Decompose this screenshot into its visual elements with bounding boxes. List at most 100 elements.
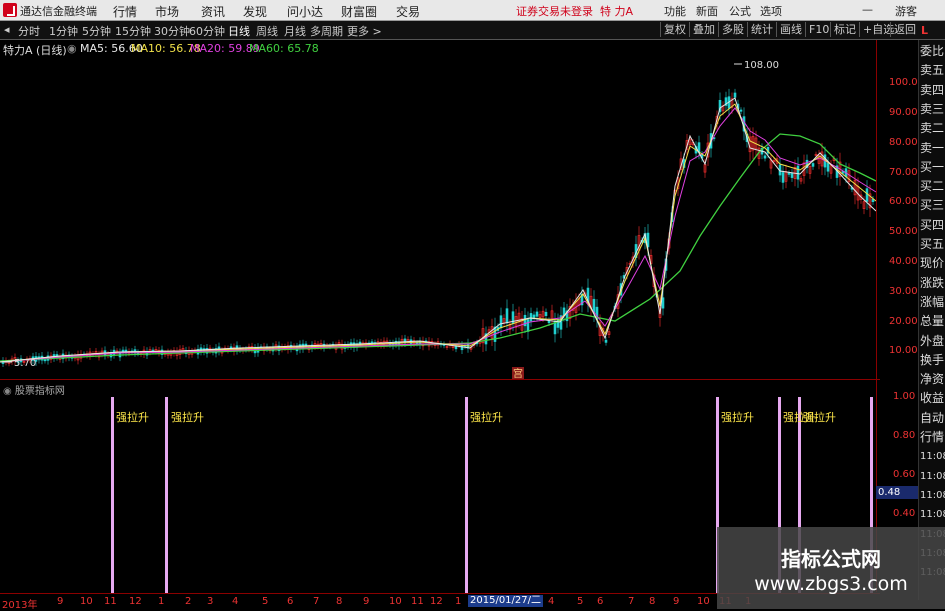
sidebar-item[interactable]: 卖五 [920,61,945,80]
x-tick: 3 [207,596,214,607]
btn-huaxian[interactable]: 画线 [776,22,805,37]
sidebar-item[interactable]: 现价 [920,254,945,273]
sidebar-item[interactable]: 11:08 [920,447,945,466]
menu-jiaoyi[interactable]: 交易 [396,3,420,20]
chevron-left-icon[interactable]: ◂ [4,23,10,36]
btn-f10[interactable]: F10 [805,22,832,37]
sidebar-item[interactable]: 11:08 [920,486,945,505]
ma5-line [0,97,877,363]
btn-tongji[interactable]: 统计 [747,22,776,37]
period-15min[interactable]: 15分钟 [115,23,151,39]
sidebar-item[interactable]: 总量 [920,312,945,331]
sidebar-item[interactable]: 买二 [920,177,945,196]
guest-label[interactable]: 游客 [895,3,917,19]
period-fenshi[interactable]: 分时 [18,23,40,39]
sidebar-item[interactable]: 买五 [920,235,945,254]
watermark-title: 指标公式网 [781,547,881,571]
btn-diejia[interactable]: 叠加 [689,22,718,37]
stock-name-title: 特 力A [600,5,634,18]
sidebar-item[interactable]: 11:08 [920,467,945,486]
x-tick: 10 [697,596,710,607]
btn-fanhui[interactable]: 返回 [890,22,919,37]
period-monthly[interactable]: 月线 [284,23,306,39]
menu-bar: 通达信金融终端 行情 市场 资讯 发现 问小达 财富圈 交易 证券交易未登录 特… [0,0,945,21]
menu-xinmian[interactable]: 新面 [696,3,718,19]
menu-minimize[interactable]: — [862,3,873,16]
period-5min[interactable]: 5分钟 [82,23,111,39]
x-tick: 8 [649,596,656,607]
x-tick: 6 [287,596,294,607]
sidebar-item[interactable]: 净资 [920,370,945,389]
ytick-20: 20.00 [889,316,918,327]
signal-label-2: 强拉升 [171,411,204,424]
login-status[interactable]: 证券交易未登录 特 力A [516,3,633,19]
candle [733,92,737,98]
period-toolbar: ◂ 分时 1分钟 5分钟 15分钟 30分钟 60分钟 日线 周线 月线 多周期… [0,21,945,40]
menu-hangqing[interactable]: 行情 [113,3,137,20]
x-tick: 11 [104,596,117,607]
menu-faxian[interactable]: 发现 [243,3,267,20]
ytick-80: 80.00 [889,137,918,148]
ma10-line [0,103,877,363]
menu-gongneng[interactable]: 功能 [664,3,686,19]
sidebar-item[interactable]: 卖二 [920,119,945,138]
sidebar-item[interactable]: 卖三 [920,100,945,119]
ytick-40: 40.00 [889,256,918,267]
sidebar-item[interactable]: 行情 [920,428,945,447]
app-logo-icon [3,3,17,17]
sidebar-item[interactable]: 自动 [920,409,945,428]
period-daily[interactable]: 日线 [228,23,250,39]
x-tick: 12 [430,596,443,607]
candle [454,345,458,350]
btn-biaoji[interactable]: 标记 [830,22,859,37]
app-title: 通达信金融终端 [20,5,97,18]
watermark-url: www.zbgs3.com [754,573,908,595]
sidebar-item[interactable]: 外盘 [920,332,945,351]
candle [826,162,830,172]
x-tick: 7 [628,596,635,607]
btn-fuquan[interactable]: 复权 [660,22,689,37]
sidebar-item[interactable]: 涨幅 [920,293,945,312]
sidebar-item[interactable]: 涨跌 [920,274,945,293]
x-tick: 4 [548,596,555,607]
login-status-text: 证券交易未登录 [516,5,593,18]
menu-zixun[interactable]: 资讯 [201,3,225,20]
candle [532,314,536,319]
sidebar-item[interactable]: 11:08 [920,505,945,524]
sidebar-corner-label[interactable]: L [921,24,928,37]
sidebar-item[interactable]: 换手 [920,351,945,370]
x-tick: 6 [597,596,604,607]
period-60min[interactable]: 60分钟 [189,23,225,39]
candle [505,308,509,324]
signal-label-6: 强拉升 [803,411,836,424]
signal-bar-1 [111,397,114,593]
expand-icon[interactable]: ◉ [67,42,77,55]
menu-wenxiaoda[interactable]: 问小达 [287,3,323,20]
sidebar-item[interactable]: 卖一 [920,139,945,158]
ytick-70: 70.00 [889,167,918,178]
sidebar-item[interactable]: 买三 [920,196,945,215]
menu-caifuquan[interactable]: 财富圈 [341,3,377,20]
sidebar-item[interactable]: 买四 [920,216,945,235]
x-tick: 9 [363,596,370,607]
menu-xuanxiang[interactable]: 选项 [760,3,782,19]
sidebar-item[interactable]: 委比 [920,42,945,61]
candle [781,172,785,183]
sidebar-item[interactable]: 卖四 [920,81,945,100]
btn-duogu[interactable]: 多股 [718,22,747,37]
candle [499,315,503,329]
menu-gongshi[interactable]: 公式 [729,3,751,19]
menu-shichang[interactable]: 市场 [155,3,179,20]
sidebar-item[interactable]: 收益 [920,389,945,408]
candle [604,339,608,343]
period-1min[interactable]: 1分钟 [49,23,78,39]
sidebar-item[interactable]: 买一 [920,158,945,177]
period-multi[interactable]: 多周期 [310,23,343,39]
period-30min[interactable]: 30分钟 [154,23,190,39]
period-weekly[interactable]: 周线 [256,23,278,39]
candle [739,109,743,112]
event-marker: 宫 [513,367,523,379]
price-chart[interactable]: 108.00 5.70 宫 [0,56,880,379]
candle [526,319,530,332]
period-more[interactable]: 更多 > [347,23,382,39]
